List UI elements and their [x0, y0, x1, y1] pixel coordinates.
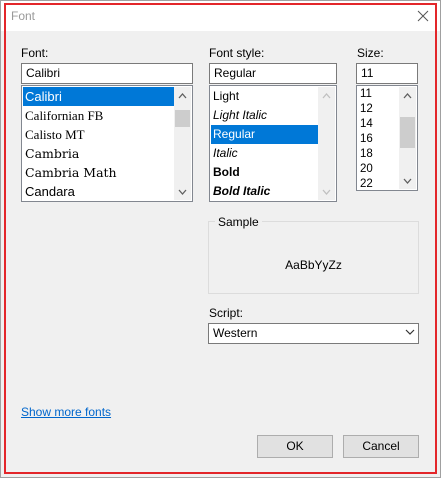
font-input[interactable]: Calibri — [21, 63, 193, 84]
size-list-item[interactable]: 14 — [358, 117, 399, 132]
style-input[interactable]: Regular — [209, 63, 337, 84]
size-list-item[interactable]: 11 — [358, 87, 399, 102]
chevron-up-icon — [178, 92, 187, 98]
chevron-up-icon — [322, 92, 331, 98]
chevron-down-icon — [405, 329, 415, 335]
chevron-down-icon — [322, 189, 331, 195]
sample-label: Sample — [215, 215, 262, 229]
style-list-item[interactable]: Regular — [211, 125, 318, 144]
scroll-up-button[interactable] — [399, 87, 416, 104]
font-list-item[interactable]: Candara — [23, 182, 174, 201]
sample-text: AaBbYyZz — [285, 258, 342, 272]
cancel-button[interactable]: Cancel — [343, 435, 419, 458]
chevron-down-icon — [178, 189, 187, 195]
size-list-scrollbar[interactable] — [399, 87, 416, 189]
size-list[interactable]: 11 12 14 16 18 20 22 — [356, 85, 418, 191]
script-dropdown[interactable]: Western — [208, 323, 419, 344]
style-list-item[interactable]: Italic — [211, 144, 318, 163]
style-list[interactable]: Light Light Italic Regular Italic Bold B… — [209, 85, 337, 202]
size-label: Size: — [357, 46, 384, 60]
style-list-item[interactable]: Bold Italic — [211, 182, 318, 201]
close-icon — [417, 10, 429, 22]
style-label: Font style: — [209, 46, 265, 60]
scroll-up-button[interactable] — [318, 87, 335, 104]
scroll-down-button[interactable] — [318, 183, 335, 200]
scroll-down-button[interactable] — [174, 183, 191, 200]
title-bar: Font — [1, 1, 440, 31]
font-label: Font: — [21, 46, 49, 60]
chevron-up-icon — [403, 92, 412, 98]
style-list-item[interactable]: Bold — [211, 163, 318, 182]
scroll-down-button[interactable] — [399, 172, 416, 189]
font-list-item[interactable]: Cambria Math — [23, 163, 174, 182]
font-list-item[interactable]: Calisto MT — [23, 125, 174, 144]
close-button[interactable] — [412, 5, 434, 27]
ok-button[interactable]: OK — [257, 435, 333, 458]
size-list-item[interactable]: 22 — [358, 177, 399, 190]
font-list-item[interactable]: Calibri — [23, 87, 174, 106]
script-value: Western — [213, 326, 258, 340]
style-list-item[interactable]: Light — [211, 87, 318, 106]
size-list-item[interactable]: 18 — [358, 147, 399, 162]
font-list-item[interactable]: Californian FB — [23, 106, 174, 125]
script-label: Script: — [209, 306, 244, 320]
show-more-fonts-link[interactable]: Show more fonts — [21, 405, 111, 419]
chevron-down-icon — [403, 178, 412, 184]
scroll-thumb[interactable] — [400, 117, 415, 148]
size-list-item[interactable]: 20 — [358, 162, 399, 177]
scroll-thumb[interactable] — [175, 110, 190, 127]
font-dialog: Font Font: Calibri Calibri Californian F… — [0, 0, 441, 478]
style-list-scrollbar[interactable] — [318, 87, 335, 200]
window-title: Font — [11, 9, 36, 23]
size-list-item[interactable]: 12 — [358, 102, 399, 117]
size-input[interactable]: 11 — [356, 63, 418, 84]
style-list-item[interactable]: Light Italic — [211, 106, 318, 125]
font-list-scrollbar[interactable] — [174, 87, 191, 200]
font-list-item[interactable]: Cambria — [23, 144, 174, 163]
size-list-item[interactable]: 16 — [358, 132, 399, 147]
scroll-up-button[interactable] — [174, 87, 191, 104]
font-list[interactable]: Calibri Californian FB Calisto MT Cambri… — [21, 85, 193, 202]
